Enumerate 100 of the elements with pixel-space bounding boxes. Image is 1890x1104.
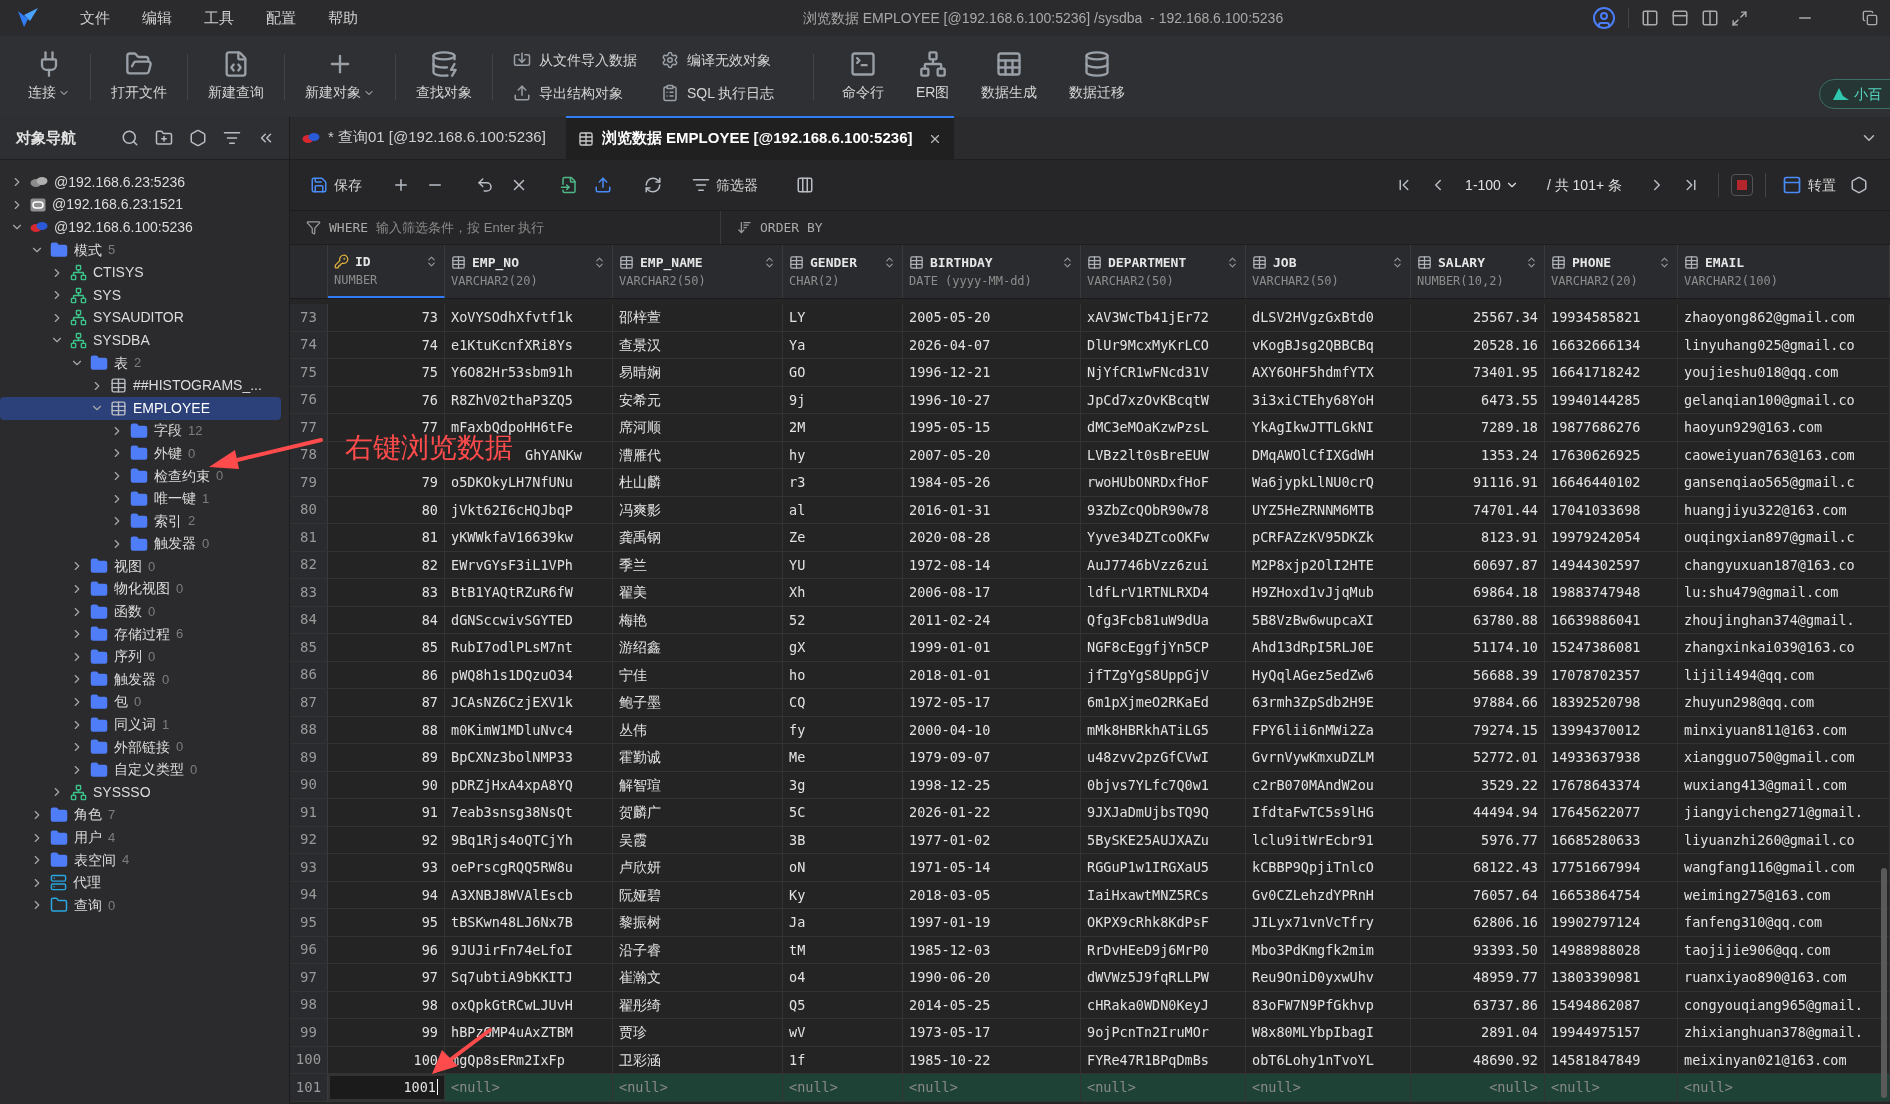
split-layout-icon[interactable] xyxy=(1701,9,1719,27)
toolbar-button[interactable]: 编译无效对象 xyxy=(661,49,785,71)
toolbar-button[interactable]: 导出结构对象 xyxy=(513,82,637,104)
assistant-button[interactable]: 小百 xyxy=(1819,79,1890,109)
sort-icon[interactable] xyxy=(1226,256,1239,269)
column-header[interactable]: SALARY NUMBER(10,2) xyxy=(1411,245,1545,298)
tree-item[interactable]: 包 0 xyxy=(0,690,281,714)
transpose-button[interactable]: 转置 xyxy=(1778,170,1840,200)
menu-item[interactable]: 编辑 xyxy=(126,6,188,30)
column-header[interactable]: EMP_NO VARCHAR2(20) xyxy=(445,245,613,298)
column-header[interactable]: EMP_NAME VARCHAR2(50) xyxy=(613,245,783,298)
menu-item[interactable]: 文件 xyxy=(64,6,126,30)
row-number: 90 xyxy=(290,771,328,798)
table-cell-text: 翟彤绮 xyxy=(619,995,661,1015)
tree-item[interactable]: ##HISTOGRAMS_... xyxy=(0,374,281,397)
tree-item[interactable]: 外键 0 xyxy=(0,442,281,465)
folder-icon xyxy=(130,489,148,508)
column-header[interactable]: PHONE VARCHAR2(20) xyxy=(1545,245,1678,298)
tree-item[interactable]: SYSDBA xyxy=(0,329,281,352)
where-input[interactable]: 输入筛选条件，按 Enter 执行 xyxy=(376,217,720,238)
toolbar-button[interactable]: 新建查询 xyxy=(192,41,280,112)
sidebar-layout-icon[interactable] xyxy=(1641,9,1659,27)
tree-item[interactable]: SYS xyxy=(0,283,281,307)
tree-item[interactable]: 唯一键 1 xyxy=(0,487,281,510)
tree-item[interactable]: @192.168.6.100:5236 xyxy=(0,216,281,239)
column-header[interactable]: GENDER CHAR(2) xyxy=(783,245,903,298)
toolbar-button[interactable]: 从文件导入数据 xyxy=(513,49,637,71)
toolbar-button[interactable]: 命令行 xyxy=(826,41,900,112)
tree-item[interactable]: 存储过程 6 xyxy=(0,622,281,646)
toolbar-button[interactable]: 新建对象 xyxy=(289,41,391,112)
table-cell-text: 5C xyxy=(789,803,806,823)
scrollbar[interactable] xyxy=(1881,868,1887,1098)
column-header[interactable]: JOB VARCHAR2(50) xyxy=(1246,245,1411,298)
tree-item[interactable]: 触发器 0 xyxy=(0,532,281,556)
menu-item[interactable]: 帮助 xyxy=(312,6,374,30)
table-cell-text: 83oFW7N9PfGkhvp xyxy=(1252,995,1374,1015)
sort-icon[interactable] xyxy=(1061,256,1074,269)
column-header[interactable]: EMAIL VARCHAR2(100) xyxy=(1678,245,1890,298)
top-panel-layout-icon[interactable] xyxy=(1671,9,1689,27)
tree-item[interactable]: 物化视图 0 xyxy=(0,577,281,601)
tree-item[interactable]: 视图 0 xyxy=(0,555,281,578)
tree-item[interactable]: 索引 2 xyxy=(0,509,281,533)
table-cell-text: o4 xyxy=(789,968,806,988)
column-header[interactable]: DEPARTMENT VARCHAR2(50) xyxy=(1081,245,1246,298)
tree-item[interactable]: SYSSSO xyxy=(0,781,281,804)
tree-item[interactable]: 用户 4 xyxy=(0,826,281,849)
tree-item[interactable]: 表 2 xyxy=(0,351,281,375)
save-button[interactable]: 保存 xyxy=(306,170,366,200)
table-cell-text: JILyx71vnVcTfry xyxy=(1252,913,1374,933)
tree-item[interactable]: 同义词 1 xyxy=(0,713,281,736)
toolbar-button[interactable]: 查找对象 xyxy=(400,41,488,112)
table-cell-text: gX xyxy=(789,638,806,658)
user-icon[interactable] xyxy=(1592,6,1616,30)
column-header[interactable]: BIRTHDAY DATE (yyyy-MM-dd) xyxy=(903,245,1081,298)
page-range-dropdown[interactable]: 1-100 xyxy=(1457,174,1527,196)
row-number: 98 xyxy=(290,991,328,1018)
tree-item[interactable]: 触发器 0 xyxy=(0,668,281,691)
tree-item[interactable]: 外部链接 0 xyxy=(0,735,281,759)
column-header[interactable]: ID NUMBER xyxy=(328,245,445,298)
toolbar-button[interactable]: 数据生成 xyxy=(965,41,1054,112)
fullscreen-icon[interactable] xyxy=(1731,9,1748,27)
tree-item[interactable]: CTISYS xyxy=(0,261,281,284)
tree-item[interactable]: @192.168.6.23:1521 xyxy=(0,193,281,217)
table-cell-text: 2020-08-28 xyxy=(909,528,991,548)
sort-icon[interactable] xyxy=(1391,256,1404,269)
tree-item[interactable]: 模式 5 xyxy=(0,238,281,262)
row-number: 95 xyxy=(290,909,328,936)
sort-icon[interactable] xyxy=(593,256,606,269)
filter-button[interactable]: 筛选器 xyxy=(688,170,762,200)
tree-item[interactable]: 自定义类型 0 xyxy=(0,758,281,782)
sort-icon[interactable] xyxy=(1658,256,1671,269)
menu-item[interactable]: 配置 xyxy=(250,6,312,30)
sort-icon[interactable] xyxy=(883,256,896,269)
toolbar-button[interactable]: 数据迁移 xyxy=(1053,41,1142,112)
tree-item[interactable]: @192.168.6.23:5236 xyxy=(0,171,281,194)
tree-item[interactable]: SYSAUDITOR xyxy=(0,306,281,330)
editor-tab[interactable]: * 查询01 [@192.168.6.100:5236] xyxy=(290,116,558,159)
tree-item[interactable]: EMPLOYEE xyxy=(0,396,281,420)
menu-item[interactable]: 工具 xyxy=(188,6,250,30)
toolbar-button[interactable]: ER图 xyxy=(900,41,966,112)
sort-icon[interactable] xyxy=(425,255,438,268)
table-cell-text: 17645622077 xyxy=(1551,803,1641,823)
sort-icon[interactable] xyxy=(1525,256,1538,269)
tree-item[interactable]: 角色 7 xyxy=(0,803,281,827)
toolbar-button[interactable]: SQL 执行日志 xyxy=(661,82,785,104)
sort-icon[interactable] xyxy=(763,256,776,269)
item-count: 4 xyxy=(108,828,116,847)
tree-item[interactable]: 表空间 4 xyxy=(0,848,281,872)
tree-item[interactable]: 代理 xyxy=(0,871,281,894)
folder-icon xyxy=(90,647,108,666)
table-cell-text: 9JUJirFn74eLfoI xyxy=(451,940,573,960)
tree-item[interactable]: 检查约束 0 xyxy=(0,464,281,488)
tree-item[interactable]: 序列 0 xyxy=(0,645,281,669)
editor-tab[interactable]: 浏览数据 EMPLOYEE [@192.168.6.100:5236] xyxy=(565,116,955,159)
tree-item[interactable]: 查询 0 xyxy=(0,894,281,917)
tree-item[interactable]: 字段 12 xyxy=(0,419,281,443)
toolbar-button[interactable]: 打开文件 xyxy=(95,41,183,112)
tree-item[interactable]: 函数 0 xyxy=(0,600,281,623)
toolbar-button[interactable]: 连接 xyxy=(12,41,86,112)
restore-icon[interactable] xyxy=(1862,10,1878,26)
